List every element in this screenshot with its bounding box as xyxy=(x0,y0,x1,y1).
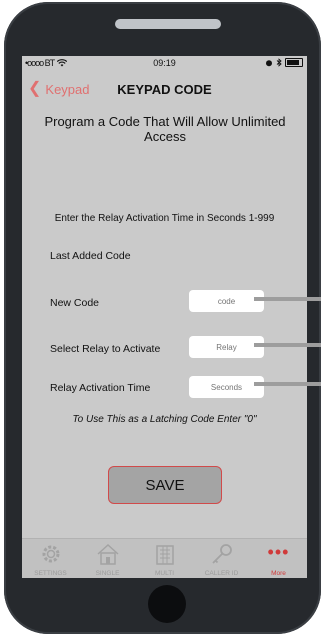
navigation-bar: ❮ Keypad KEYPAD CODE xyxy=(22,70,307,110)
last-added-code-label: Last Added Code xyxy=(50,250,131,262)
page-heading: Program a Code That Will Allow Unlimited… xyxy=(44,114,286,144)
gear-icon xyxy=(42,545,59,563)
page-title: KEYPAD CODE xyxy=(117,82,212,97)
relay-input[interactable] xyxy=(189,336,264,358)
save-button[interactable]: SAVE xyxy=(108,466,222,504)
new-code-label: New Code xyxy=(50,297,100,309)
relay-time-instruction: Enter the Relay Activation Time in Secon… xyxy=(54,213,275,224)
tab-caller-id-label: CALLER ID xyxy=(204,570,239,577)
tab-bar: SETTINGS SINGLE MULTI CALLER ID ••• More xyxy=(22,538,307,578)
key-icon xyxy=(211,544,232,564)
new-code-input[interactable] xyxy=(189,290,264,312)
battery-icon xyxy=(285,58,303,67)
tab-more[interactable]: ••• More xyxy=(250,539,307,578)
tab-more-label: More xyxy=(271,570,286,577)
alarm-icon xyxy=(266,59,272,66)
screen: •oooo BT 09:19 ❮ Keypad KEYPAD CODE Prog… xyxy=(22,56,307,578)
bluetooth-icon xyxy=(276,58,282,67)
building-icon xyxy=(155,545,174,565)
select-relay-label: Select Relay to Activate xyxy=(50,343,161,355)
tab-settings-label: SETTINGS xyxy=(34,570,67,577)
connector-line xyxy=(254,382,321,386)
connector-line xyxy=(254,343,321,347)
tab-multi-label: MULTI xyxy=(154,570,175,577)
tab-caller-id[interactable]: CALLER ID xyxy=(193,539,250,578)
more-icon: ••• xyxy=(267,542,290,562)
tab-single-label: SINGLE xyxy=(95,570,120,577)
speaker-grille xyxy=(115,19,221,29)
tab-multi[interactable]: MULTI xyxy=(136,539,193,578)
tab-settings[interactable]: SETTINGS xyxy=(22,539,79,578)
connector-line xyxy=(254,297,321,301)
relay-activation-time-label: Relay Activation Time xyxy=(50,382,151,394)
latching-note: To Use This as a Latching Code Enter "0" xyxy=(72,414,257,425)
status-bar: •oooo BT 09:19 xyxy=(22,56,307,70)
seconds-input[interactable] xyxy=(189,376,264,398)
home-button[interactable] xyxy=(148,585,186,623)
house-icon xyxy=(96,543,119,565)
tab-single[interactable]: SINGLE xyxy=(79,539,136,578)
